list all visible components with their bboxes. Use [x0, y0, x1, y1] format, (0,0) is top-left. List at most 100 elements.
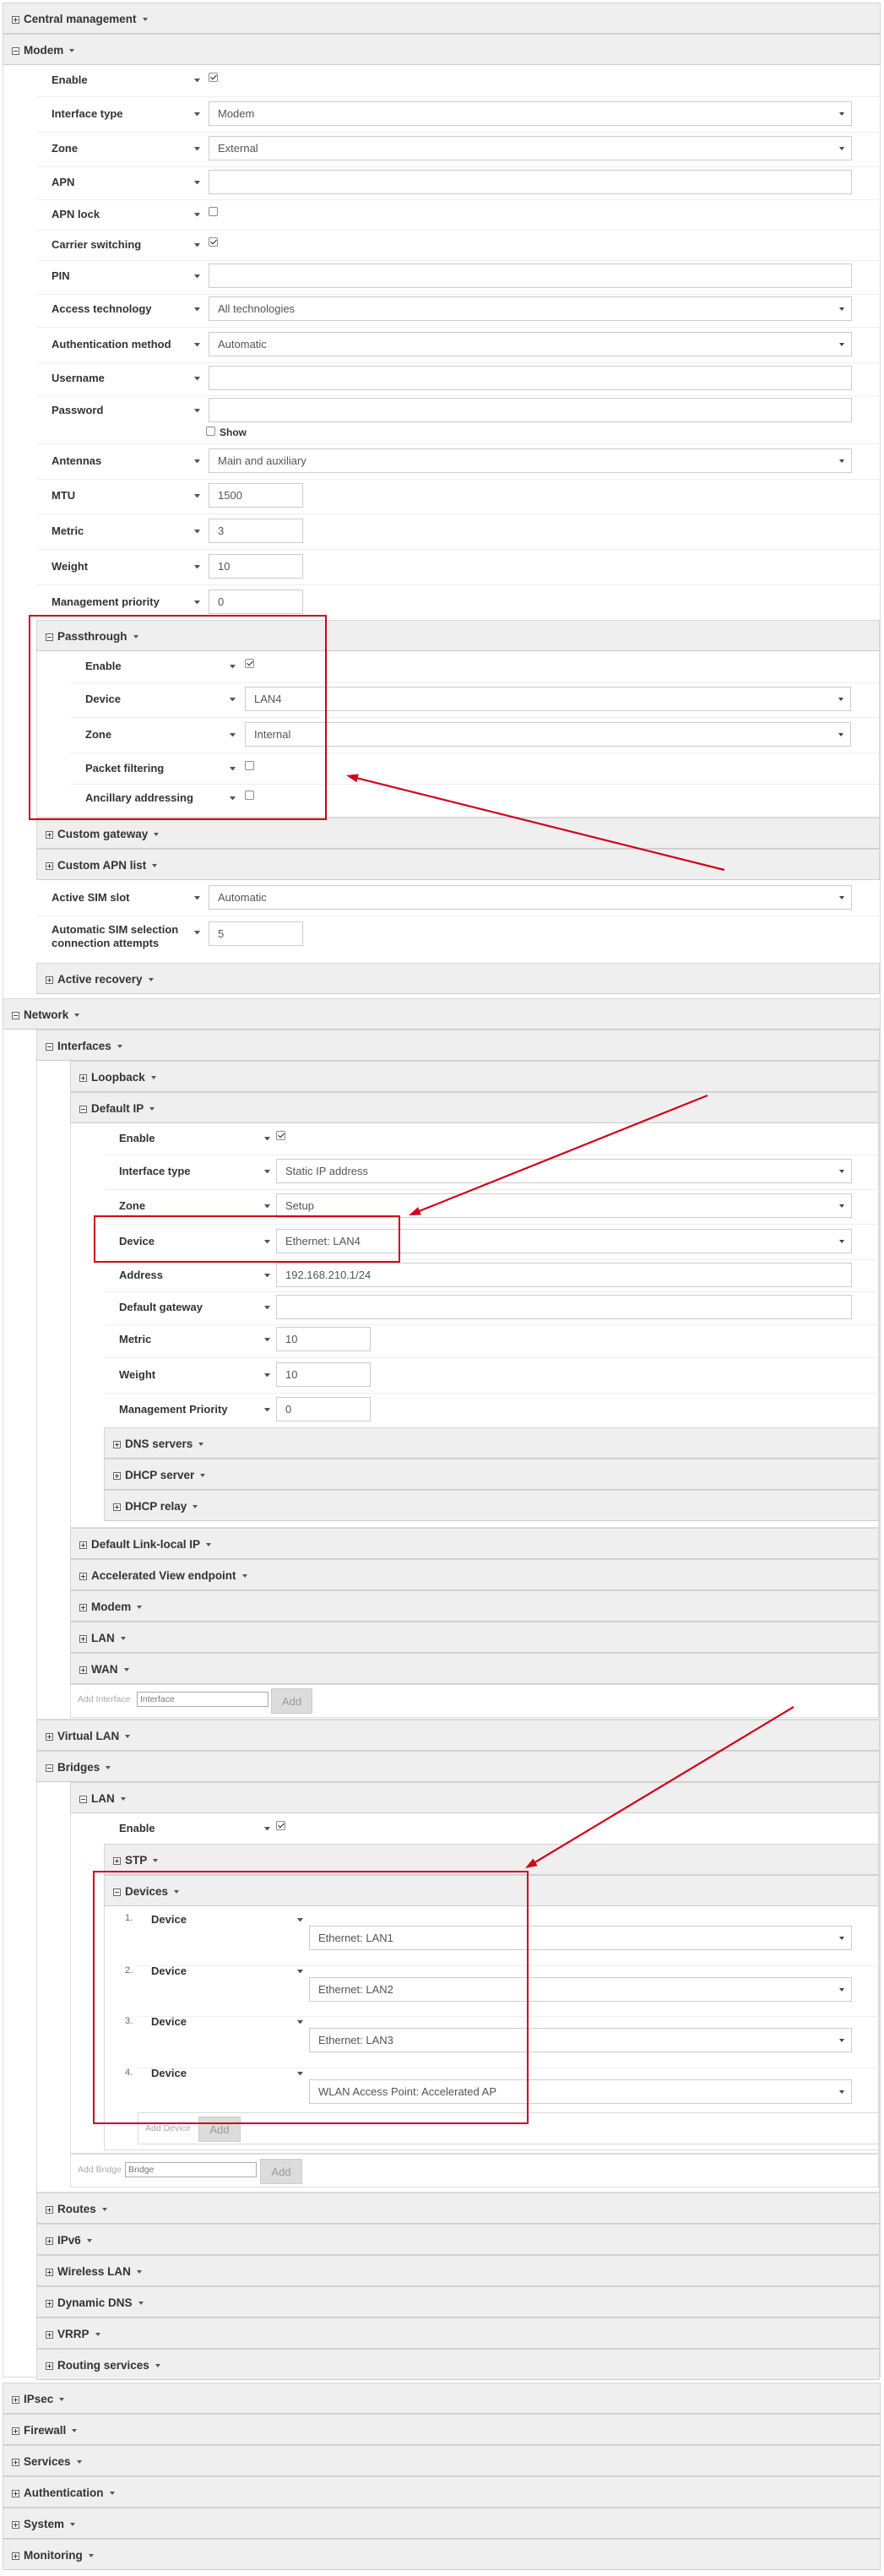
- section-active-recovery[interactable]: Active recovery: [36, 963, 880, 994]
- chevron-down-icon[interactable]: [136, 2270, 142, 2274]
- expand-icon[interactable]: [12, 2520, 19, 2529]
- expand-icon[interactable]: [79, 1603, 87, 1611]
- modem-apn-lock-checkbox[interactable]: [209, 207, 218, 216]
- section-custom-apn-list[interactable]: Custom APN list: [36, 849, 880, 880]
- expand-icon[interactable]: [12, 2489, 19, 2497]
- section-interfaces[interactable]: Interfaces: [36, 1030, 880, 1061]
- bridge-lan-enable-help-chevron-icon[interactable]: [264, 1827, 270, 1830]
- passthrough-enable-help-chevron-icon[interactable]: [230, 665, 236, 668]
- chevron-down-icon[interactable]: [76, 2460, 82, 2464]
- section-modem[interactable]: Modem: [3, 34, 881, 65]
- default-ip-gateway-input[interactable]: [276, 1295, 852, 1319]
- default-ip-weight-input[interactable]: 10: [276, 1362, 371, 1387]
- expand-icon[interactable]: [79, 1073, 87, 1082]
- modem-username-input[interactable]: [209, 366, 852, 390]
- chevron-down-icon[interactable]: [149, 1107, 155, 1111]
- modem-zone-help-chevron-icon[interactable]: [194, 147, 200, 150]
- default-ip-metric-help-chevron-icon[interactable]: [264, 1338, 270, 1341]
- chevron-down-icon[interactable]: [106, 1766, 111, 1769]
- default-ip-zone-select[interactable]: Setup: [276, 1193, 852, 1218]
- add-interface-input[interactable]: Interface: [137, 1692, 268, 1707]
- bridge-device-2-select[interactable]: Ethernet: LAN2: [309, 1977, 852, 2002]
- section-system[interactable]: System: [3, 2508, 881, 2539]
- modem-password-help-chevron-icon[interactable]: [194, 409, 200, 412]
- modem-auth-method-select[interactable]: Automatic: [209, 332, 852, 356]
- default-ip-mgmt-priority-help-chevron-icon[interactable]: [264, 1408, 270, 1411]
- modem-antennas-help-chevron-icon[interactable]: [194, 459, 200, 463]
- expand-icon[interactable]: [79, 1634, 87, 1643]
- modem-weight-help-chevron-icon[interactable]: [194, 565, 200, 568]
- default-ip-mgmt-priority-input[interactable]: 0: [276, 1397, 371, 1421]
- bridge-lan-enable-checkbox[interactable]: [276, 1821, 285, 1830]
- expand-icon[interactable]: [46, 2236, 53, 2245]
- default-ip-metric-input[interactable]: 10: [276, 1327, 371, 1351]
- default-ip-gateway-help-chevron-icon[interactable]: [264, 1306, 270, 1309]
- section-bridge-lan[interactable]: LAN: [70, 1782, 879, 1813]
- expand-icon[interactable]: [12, 15, 19, 24]
- modem-apn-input[interactable]: [209, 170, 852, 194]
- modem-show-password-checkbox[interactable]: [206, 427, 215, 436]
- expand-icon[interactable]: [113, 1503, 121, 1511]
- chevron-down-icon[interactable]: [154, 833, 160, 836]
- modem-carrier-switching-checkbox[interactable]: [209, 237, 218, 247]
- section-accelerated-view-endpoint[interactable]: Accelerated View endpoint: [70, 1559, 879, 1590]
- modem-mgmt-priority-help-chevron-icon[interactable]: [194, 601, 200, 604]
- chevron-down-icon[interactable]: [148, 978, 154, 981]
- modem-carrier-switching-help-chevron-icon[interactable]: [194, 243, 200, 247]
- chevron-down-icon[interactable]: [86, 2239, 92, 2242]
- modem-zone-select[interactable]: External: [209, 136, 852, 160]
- chevron-down-icon[interactable]: [142, 18, 148, 21]
- section-monitoring[interactable]: Monitoring: [3, 2539, 881, 2570]
- passthrough-zone-help-chevron-icon[interactable]: [230, 733, 236, 736]
- section-central-management[interactable]: Central management: [3, 3, 881, 34]
- passthrough-enable-checkbox[interactable]: [245, 659, 254, 668]
- modem-enable-checkbox[interactable]: [209, 73, 218, 82]
- modem-mtu-input[interactable]: 1500: [209, 483, 303, 508]
- section-passthrough[interactable]: Passthrough: [36, 620, 880, 651]
- section-dhcp-server[interactable]: DHCP server: [104, 1459, 879, 1490]
- default-ip-interface-type-help-chevron-icon[interactable]: [264, 1170, 270, 1173]
- expand-icon[interactable]: [113, 1471, 121, 1480]
- section-default-ip[interactable]: Default IP: [70, 1092, 879, 1123]
- section-ipsec[interactable]: IPsec: [3, 2383, 881, 2414]
- bridge-device-4-select[interactable]: WLAN Access Point: Accelerated AP: [309, 2079, 852, 2104]
- bridge-device-3-select[interactable]: Ethernet: LAN3: [309, 2028, 852, 2052]
- chevron-down-icon[interactable]: [69, 49, 75, 52]
- modem-username-help-chevron-icon[interactable]: [194, 377, 200, 380]
- bridge-device-1-select[interactable]: Ethernet: LAN1: [309, 1926, 852, 1950]
- section-loopback[interactable]: Loopback: [70, 1061, 879, 1092]
- default-ip-interface-type-select[interactable]: Static IP address: [276, 1159, 852, 1183]
- modem-interface-type-select[interactable]: Modem: [209, 101, 852, 126]
- expand-icon[interactable]: [46, 2268, 53, 2276]
- section-dynamic-dns[interactable]: Dynamic DNS: [36, 2286, 880, 2318]
- section-vrrp[interactable]: VRRP: [36, 2318, 880, 2349]
- default-ip-weight-help-chevron-icon[interactable]: [264, 1373, 270, 1377]
- section-ipv6[interactable]: IPv6: [36, 2224, 880, 2255]
- section-routing-services[interactable]: Routing services: [36, 2349, 880, 2380]
- chevron-down-icon[interactable]: [120, 1797, 126, 1801]
- default-ip-zone-help-chevron-icon[interactable]: [264, 1204, 270, 1208]
- chevron-down-icon[interactable]: [117, 1045, 122, 1048]
- collapse-icon[interactable]: [46, 633, 53, 641]
- expand-icon[interactable]: [12, 2395, 19, 2404]
- expand-icon[interactable]: [12, 2458, 19, 2466]
- expand-icon[interactable]: [79, 1572, 87, 1580]
- passthrough-zone-select[interactable]: Internal: [245, 722, 851, 747]
- expand-icon[interactable]: [46, 2330, 53, 2339]
- default-ip-address-help-chevron-icon[interactable]: [264, 1274, 270, 1277]
- chevron-down-icon[interactable]: [206, 1543, 212, 1546]
- expand-icon[interactable]: [46, 830, 53, 839]
- modem-apn-lock-help-chevron-icon[interactable]: [194, 213, 200, 216]
- modem-password-input[interactable]: [209, 398, 852, 422]
- expand-icon[interactable]: [113, 1440, 121, 1448]
- chevron-down-icon[interactable]: [125, 1735, 131, 1738]
- default-ip-device-select[interactable]: Ethernet: LAN4: [276, 1229, 852, 1253]
- modem-access-technology-help-chevron-icon[interactable]: [194, 307, 200, 311]
- expand-icon[interactable]: [79, 1666, 87, 1674]
- modem-mtu-help-chevron-icon[interactable]: [194, 494, 200, 497]
- chevron-down-icon[interactable]: [198, 1443, 204, 1446]
- section-iface-lan[interactable]: LAN: [70, 1622, 879, 1653]
- chevron-down-icon[interactable]: [137, 1606, 143, 1609]
- chevron-down-icon[interactable]: [95, 2333, 100, 2336]
- chevron-down-icon[interactable]: [174, 1890, 180, 1894]
